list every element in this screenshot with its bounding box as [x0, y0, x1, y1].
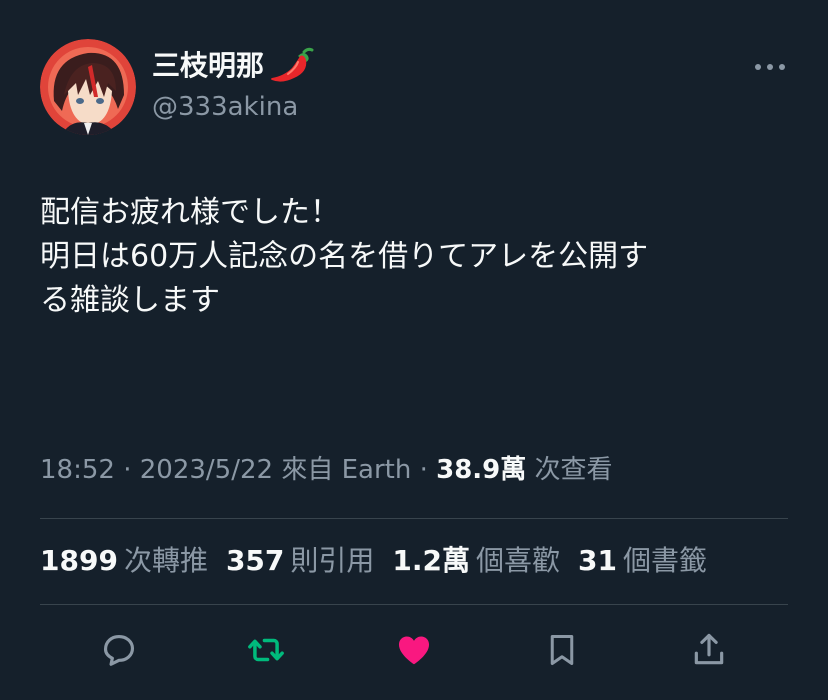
retweets-label: 次轉推 — [123, 544, 208, 577]
display-name-text: 三枝明那 — [152, 49, 265, 82]
reply-icon — [103, 634, 135, 666]
meta-separator: · — [419, 455, 428, 485]
bookmarks-count: 31 — [578, 544, 618, 577]
retweet-icon — [248, 638, 284, 662]
quotes-count: 357 — [225, 544, 285, 577]
tweet-text: 配信お疲れ様でした！ 明日は60万人記念の名を借りてアレを公開す る雑談します — [40, 191, 800, 323]
views-count[interactable]: 38.9萬 — [436, 455, 526, 485]
bookmark-button[interactable] — [540, 628, 584, 672]
bookmarks-label: 個書籤 — [623, 544, 708, 577]
tweet-text-line: 明日は60万人記念の名を借りてアレを公開す — [40, 239, 649, 274]
tweet-text-line: 配信お疲れ様でした！ — [40, 195, 340, 230]
likes-stat[interactable]: 1.2萬 個喜歡 — [392, 541, 560, 581]
likes-count: 1.2萬 — [392, 544, 471, 577]
display-name[interactable]: 三枝明那 — [152, 46, 314, 86]
tweet-text-line: る雑談します — [40, 283, 220, 318]
tweet-source: 來自 Earth — [281, 455, 412, 485]
reply-button[interactable] — [97, 628, 141, 672]
user-handle[interactable]: @333akina — [152, 88, 298, 126]
more-options-button[interactable] — [752, 58, 788, 76]
bookmarks-stat[interactable]: 31 個書籤 — [578, 541, 707, 581]
views-label: 次查看 — [534, 455, 613, 485]
tweet-time[interactable]: 18:52 — [40, 455, 115, 485]
like-button[interactable] — [392, 628, 436, 672]
likes-label: 個喜歡 — [476, 544, 561, 577]
tweet-date[interactable]: 2023/5/22 — [140, 455, 273, 485]
like-icon — [398, 636, 430, 665]
avatar[interactable] — [40, 39, 136, 135]
bookmark-icon — [550, 635, 574, 665]
tweet-detail: 三枝明那 @333akina 配信お疲れ様でした！ 明日は60万人記念の名を借り… — [0, 0, 828, 700]
tweet-meta: 18:52 · 2023/5/22 來自 Earth · 38.9萬 次查看 — [40, 452, 613, 488]
share-icon — [694, 633, 724, 665]
divider — [40, 518, 788, 519]
more-dots-icon — [755, 64, 785, 70]
tweet-stats: 1899 次轉推 357 則引用 1.2萬 個喜歡 31 個書籤 — [40, 541, 725, 581]
retweets-count: 1899 — [40, 544, 118, 577]
retweets-stat[interactable]: 1899 次轉推 — [40, 541, 208, 581]
avatar-image — [40, 39, 136, 135]
meta-separator: · — [123, 455, 132, 485]
chili-pepper-icon — [268, 46, 314, 86]
share-button[interactable] — [687, 628, 731, 672]
quotes-stat[interactable]: 357 則引用 — [226, 541, 374, 581]
divider — [40, 604, 788, 605]
quotes-label: 則引用 — [290, 544, 375, 577]
retweet-button[interactable] — [244, 628, 288, 672]
